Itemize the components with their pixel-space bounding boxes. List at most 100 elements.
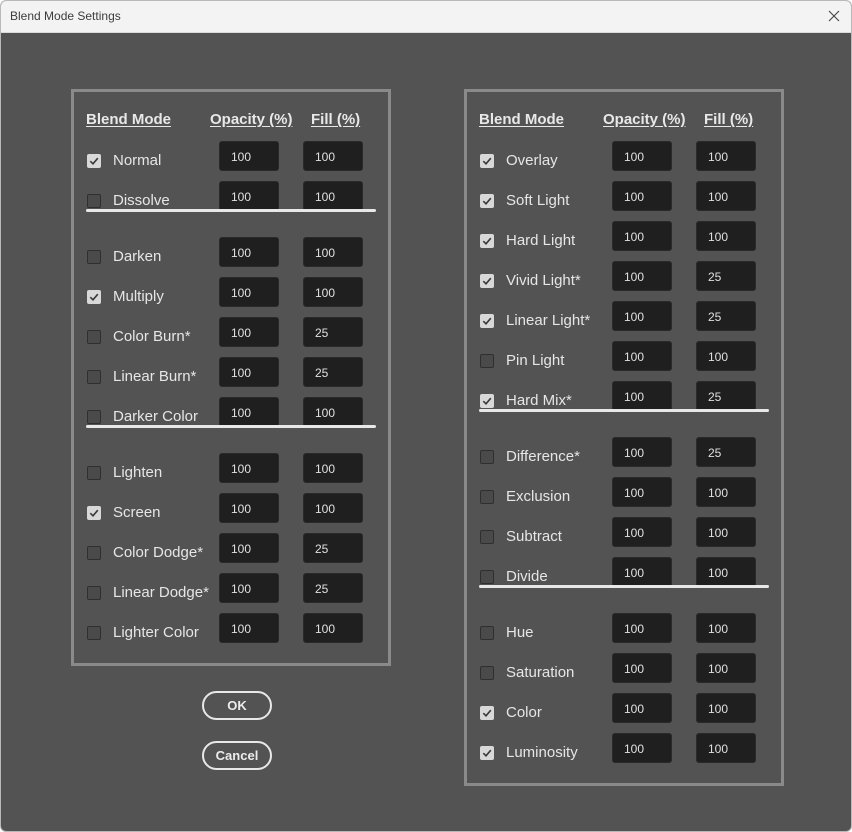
opacity-input-divide[interactable]: 100 — [612, 557, 672, 587]
fill-input-darker-color[interactable]: 100 — [303, 397, 363, 427]
checkbox-darken[interactable] — [87, 250, 101, 264]
checkbox-lighten[interactable] — [87, 466, 101, 480]
checkbox-normal[interactable] — [87, 154, 101, 168]
checkbox-subtract[interactable] — [480, 530, 494, 544]
fill-input-color-burn[interactable]: 25 — [303, 317, 363, 347]
opacity-input-hard-mix[interactable]: 100 — [612, 381, 672, 411]
checkmark-icon — [482, 197, 492, 205]
opacity-input-screen[interactable]: 100 — [219, 493, 279, 523]
checkbox-hard-mix[interactable] — [480, 394, 494, 408]
fill-input-hard-light[interactable]: 100 — [696, 221, 756, 251]
fill-input-divide[interactable]: 100 — [696, 557, 756, 587]
opacity-input-saturation[interactable]: 100 — [612, 653, 672, 683]
checkbox-color[interactable] — [480, 706, 494, 720]
opacity-input-difference[interactable]: 100 — [612, 437, 672, 467]
blend-row-lighter-color: Lighter Color 100 100 — [74, 613, 388, 653]
opacity-input-darken[interactable]: 100 — [219, 237, 279, 267]
ok-button[interactable]: OK — [202, 691, 272, 720]
fill-input-color[interactable]: 100 — [696, 693, 756, 723]
fill-input-linear-burn[interactable]: 25 — [303, 357, 363, 387]
checkbox-color-burn[interactable] — [87, 330, 101, 344]
fill-input-lighten[interactable]: 100 — [303, 453, 363, 483]
opacity-input-hue[interactable]: 100 — [612, 613, 672, 643]
label-darker-color: Darker Color — [113, 408, 199, 425]
opacity-input-color-dodge[interactable]: 100 — [219, 533, 279, 563]
fill-input-darken[interactable]: 100 — [303, 237, 363, 267]
opacity-input-linear-burn[interactable]: 100 — [219, 357, 279, 387]
opacity-input-overlay[interactable]: 100 — [612, 141, 672, 171]
fill-input-saturation[interactable]: 100 — [696, 653, 756, 683]
blend-row-linear-light: Linear Light* 100 25 — [467, 301, 781, 341]
fill-input-linear-light[interactable]: 25 — [696, 301, 756, 331]
checkbox-linear-burn[interactable] — [87, 370, 101, 384]
checkbox-darker-color[interactable] — [87, 410, 101, 424]
blend-row-multiply: Multiply 100 100 — [74, 277, 388, 317]
fill-input-linear-dodge[interactable]: 25 — [303, 573, 363, 603]
fill-input-vivid-light[interactable]: 25 — [696, 261, 756, 291]
checkbox-multiply[interactable] — [87, 290, 101, 304]
checkbox-color-dodge[interactable] — [87, 546, 101, 560]
checkmark-icon — [89, 509, 99, 517]
checkbox-luminosity[interactable] — [480, 746, 494, 760]
checkbox-hue[interactable] — [480, 626, 494, 640]
checkbox-divide[interactable] — [480, 570, 494, 584]
fill-input-soft-light[interactable]: 100 — [696, 181, 756, 211]
label-hue: Hue — [506, 624, 534, 641]
opacity-input-lighter-color[interactable]: 100 — [219, 613, 279, 643]
label-screen: Screen — [113, 504, 161, 521]
opacity-input-subtract[interactable]: 100 — [612, 517, 672, 547]
fill-input-lighter-color[interactable]: 100 — [303, 613, 363, 643]
opacity-input-dissolve[interactable]: 100 — [219, 181, 279, 211]
blend-row-color-burn: Color Burn* 100 25 — [74, 317, 388, 357]
opacity-input-pin-light[interactable]: 100 — [612, 341, 672, 371]
opacity-input-color[interactable]: 100 — [612, 693, 672, 723]
blend-row-soft-light: Soft Light 100 100 — [467, 181, 781, 221]
opacity-input-linear-light[interactable]: 100 — [612, 301, 672, 331]
blend-row-darken: Darken 100 100 — [74, 237, 388, 277]
opacity-input-soft-light[interactable]: 100 — [612, 181, 672, 211]
fill-input-hard-mix[interactable]: 25 — [696, 381, 756, 411]
label-multiply: Multiply — [113, 288, 164, 305]
fill-input-dissolve[interactable]: 100 — [303, 181, 363, 211]
opacity-input-lighten[interactable]: 100 — [219, 453, 279, 483]
checkbox-soft-light[interactable] — [480, 194, 494, 208]
checkbox-linear-dodge[interactable] — [87, 586, 101, 600]
checkbox-dissolve[interactable] — [87, 194, 101, 208]
checkbox-exclusion[interactable] — [480, 490, 494, 504]
opacity-input-darker-color[interactable]: 100 — [219, 397, 279, 427]
fill-input-subtract[interactable]: 100 — [696, 517, 756, 547]
checkbox-hard-light[interactable] — [480, 234, 494, 248]
fill-input-pin-light[interactable]: 100 — [696, 341, 756, 371]
blend-row-pin-light: Pin Light 100 100 — [467, 341, 781, 381]
checkmark-icon — [482, 157, 492, 165]
checkbox-lighter-color[interactable] — [87, 626, 101, 640]
checkbox-screen[interactable] — [87, 506, 101, 520]
checkbox-vivid-light[interactable] — [480, 274, 494, 288]
group-divider — [479, 409, 769, 412]
checkbox-difference[interactable] — [480, 450, 494, 464]
checkbox-pin-light[interactable] — [480, 354, 494, 368]
checkbox-linear-light[interactable] — [480, 314, 494, 328]
opacity-input-color-burn[interactable]: 100 — [219, 317, 279, 347]
checkbox-overlay[interactable] — [480, 154, 494, 168]
cancel-button[interactable]: Cancel — [202, 741, 272, 770]
opacity-input-hard-light[interactable]: 100 — [612, 221, 672, 251]
opacity-input-multiply[interactable]: 100 — [219, 277, 279, 307]
opacity-input-exclusion[interactable]: 100 — [612, 477, 672, 507]
fill-input-exclusion[interactable]: 100 — [696, 477, 756, 507]
fill-input-hue[interactable]: 100 — [696, 613, 756, 643]
blend-mode-dialog: Blend Mode Settings Blend Mode Opacity (… — [0, 0, 852, 832]
fill-input-multiply[interactable]: 100 — [303, 277, 363, 307]
fill-input-screen[interactable]: 100 — [303, 493, 363, 523]
close-button[interactable] — [821, 4, 847, 28]
opacity-input-linear-dodge[interactable]: 100 — [219, 573, 279, 603]
fill-input-color-dodge[interactable]: 25 — [303, 533, 363, 563]
opacity-input-normal[interactable]: 100 — [219, 141, 279, 171]
fill-input-difference[interactable]: 25 — [696, 437, 756, 467]
fill-input-overlay[interactable]: 100 — [696, 141, 756, 171]
fill-input-normal[interactable]: 100 — [303, 141, 363, 171]
opacity-input-vivid-light[interactable]: 100 — [612, 261, 672, 291]
checkbox-saturation[interactable] — [480, 666, 494, 680]
fill-input-luminosity[interactable]: 100 — [696, 733, 756, 763]
opacity-input-luminosity[interactable]: 100 — [612, 733, 672, 763]
